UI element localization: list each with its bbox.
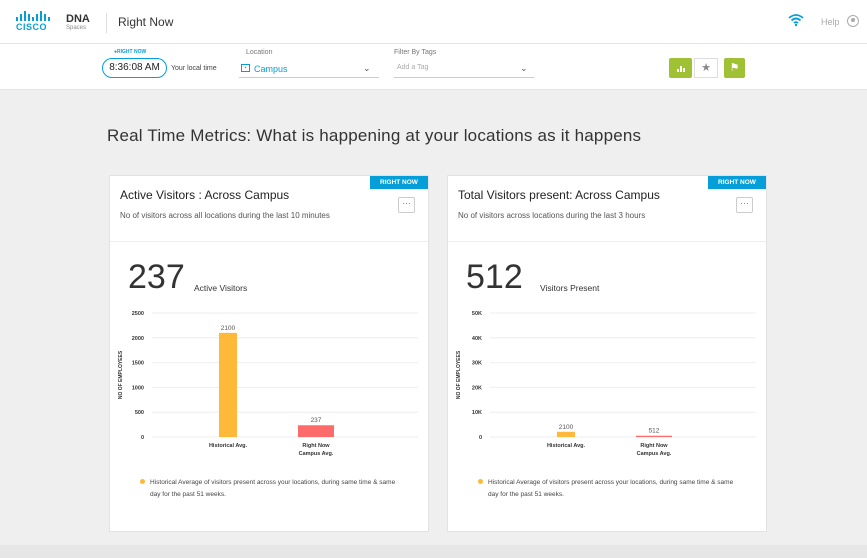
y-axis-label: NO OF EMPLOYEES <box>118 350 124 399</box>
y-axis-label: NO OF EMPLOYEES <box>456 350 462 399</box>
right-now-badge: RIGHT NOW <box>708 176 766 189</box>
y-tick-label: 20K <box>472 385 482 391</box>
page-bottom-edge <box>0 545 867 558</box>
local-time-label: Your local time <box>171 65 217 72</box>
x-tick-label: Right Now <box>640 443 668 449</box>
legend-text: Historical Average of visitors present a… <box>150 479 396 498</box>
product-sub-label: Spaces <box>66 25 87 31</box>
chevron-down-icon: ⌄ <box>520 63 528 73</box>
y-tick-label: 500 <box>135 410 144 416</box>
bar-value-label: 512 <box>649 428 660 435</box>
header-divider <box>106 13 107 33</box>
map-view-button[interactable]: ⚑ <box>724 58 745 78</box>
bar-value-label: 237 <box>311 417 322 424</box>
x-tick-label: Right Now <box>302 443 330 449</box>
map-icon: ⚑ <box>729 62 740 74</box>
cisco-bars-icon <box>16 11 50 21</box>
campus-icon: ▪ <box>241 64 250 72</box>
y-tick-label: 0 <box>141 435 144 441</box>
tags-input-placeholder[interactable]: Add a Tag <box>397 64 428 71</box>
y-tick-label: 0 <box>479 435 482 441</box>
bar <box>298 425 334 437</box>
metric-label: Active Visitors <box>194 283 248 293</box>
location-dropdown[interactable]: ▪ Campus ⌄ <box>239 60 379 78</box>
y-tick-label: 40K <box>472 336 482 342</box>
card-divider <box>110 241 428 242</box>
x-tick-label: Historical Avg. <box>547 443 586 449</box>
x-tick-label: Campus Avg. <box>637 451 672 457</box>
more-options-button[interactable]: ··· <box>736 197 753 213</box>
location-label: Location <box>246 49 273 56</box>
location-value: Campus <box>254 64 288 74</box>
y-tick-label: 2500 <box>132 311 144 317</box>
x-tick-label: Historical Avg. <box>209 443 248 449</box>
top-bar: CISCO DNA Spaces Right Now Help <box>0 0 867 44</box>
cisco-logo-text: CISCO <box>16 22 48 32</box>
tags-dropdown[interactable]: Add a Tag ⌄ <box>394 60 534 78</box>
product-main-label: DNA <box>66 13 90 25</box>
metric-label: Visitors Present <box>540 283 600 293</box>
bar <box>557 431 575 437</box>
right-now-indicator: ●RIGHT NOW <box>114 49 147 55</box>
favorite-button[interactable]: ★ <box>694 58 718 78</box>
tags-filter-label: Filter By Tags <box>394 49 437 56</box>
y-tick-label: 30K <box>472 361 482 367</box>
legend-marker <box>478 479 483 484</box>
bar-chart-icon <box>683 68 685 72</box>
bar-value-label: 2100 <box>559 424 574 431</box>
bar-value-label: 2100 <box>221 325 236 332</box>
user-avatar-icon[interactable] <box>847 15 859 27</box>
card-description: No of visitors across locations during t… <box>458 211 646 220</box>
y-tick-label: 50K <box>472 311 482 317</box>
legend-marker <box>140 479 145 484</box>
metric-card-active-visitors: RIGHT NOW Active Visitors : Across Campu… <box>109 175 429 532</box>
right-now-badge: RIGHT NOW <box>370 176 428 189</box>
page-headline: Real Time Metrics: What is happening at … <box>107 126 642 145</box>
x-tick-label: Campus Avg. <box>299 451 334 457</box>
y-tick-label: 1000 <box>132 385 144 391</box>
metric-card-total-visitors: RIGHT NOW Total Visitors present: Across… <box>447 175 767 532</box>
card-title: Total Visitors present: Across Campus <box>458 188 660 202</box>
filter-bar: ●RIGHT NOW 8:36:08 AM Your local time Lo… <box>0 44 867 90</box>
metric-value: 512 <box>466 258 523 296</box>
y-tick-label: 2000 <box>132 336 144 342</box>
card-title: Active Visitors : Across Campus <box>120 188 290 202</box>
legend-text: Historical Average of visitors present a… <box>488 479 734 498</box>
more-options-button[interactable]: ··· <box>398 197 415 213</box>
wifi-icon[interactable] <box>788 13 804 32</box>
bar <box>636 435 672 437</box>
star-icon: ★ <box>701 62 711 74</box>
help-link[interactable]: Help <box>821 17 840 27</box>
bar-chart: 0 500 1000 1500 2000 2500 NO OF EMPLOYEES 2100 H… <box>118 311 418 457</box>
bar-chart-icon <box>680 66 682 72</box>
product-name: DNA Spaces <box>66 13 90 31</box>
bar <box>219 332 237 437</box>
card-divider <box>448 241 766 242</box>
chart-view-button[interactable] <box>669 58 692 78</box>
y-tick-label: 10K <box>472 410 482 416</box>
page-title: Right Now <box>118 15 174 29</box>
card-description: No of visitors across all locations duri… <box>120 211 330 220</box>
ellipsis-icon: ··· <box>402 198 411 208</box>
bar-chart-icon <box>677 69 679 72</box>
bar-chart: 0 10K 20K 30K 40K 50K NO OF EMPLOYEES 2100 Histo… <box>456 311 756 457</box>
cisco-logo[interactable]: CISCO <box>16 11 50 32</box>
metric-value: 237 <box>128 258 185 296</box>
y-tick-label: 1500 <box>132 361 144 367</box>
ellipsis-icon: ··· <box>740 198 749 208</box>
chevron-down-icon: ⌄ <box>363 63 371 73</box>
local-clock: 8:36:08 AM <box>102 58 167 78</box>
